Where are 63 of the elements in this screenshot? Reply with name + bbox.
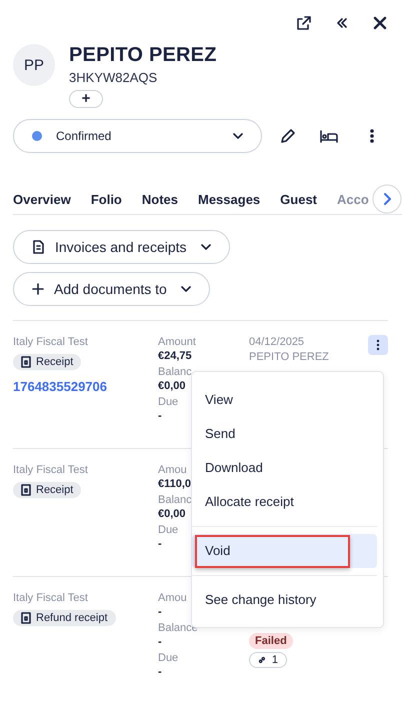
- document-type-tag: Receipt: [13, 354, 82, 370]
- invoices-dropdown[interactable]: Invoices and receipts: [13, 230, 230, 264]
- field-value: -: [158, 409, 162, 423]
- menu-item[interactable]: Download: [192, 451, 377, 485]
- tab[interactable]: Overview: [13, 192, 71, 207]
- menu-item[interactable]: View: [192, 383, 377, 417]
- collapse-icon[interactable]: [335, 16, 349, 30]
- chevron-down-icon: [180, 286, 191, 292]
- field-value: €24,75: [158, 349, 192, 363]
- document-source: Italy Fiscal Test: [13, 335, 89, 349]
- add-documents-dropdown[interactable]: Add documents to: [13, 272, 210, 306]
- tab[interactable]: Notes: [142, 192, 178, 207]
- document-source: Italy Fiscal Test: [13, 591, 89, 605]
- document-number-link[interactable]: 1764835529706: [13, 379, 158, 394]
- field-value: -: [158, 635, 162, 649]
- field-label: Balanc: [158, 365, 192, 379]
- document-icon: [32, 240, 45, 254]
- status-badge: Failed: [249, 633, 293, 649]
- field-label: Amou: [158, 591, 187, 605]
- pencil-icon[interactable]: [280, 128, 296, 144]
- field-value: -: [158, 605, 162, 619]
- external-link-icon[interactable]: [297, 16, 311, 30]
- tab[interactable]: Folio: [90, 192, 122, 207]
- field-value: €110,0: [158, 477, 192, 491]
- status-dropdown[interactable]: Confirmed: [13, 119, 262, 153]
- tab[interactable]: Guest: [280, 192, 317, 207]
- tab[interactable]: Messages: [198, 192, 260, 207]
- field-value: €0,00: [158, 379, 186, 393]
- next-tab-button[interactable]: [372, 184, 402, 214]
- field-label: Amount: [158, 335, 196, 349]
- chevron-down-icon: [200, 244, 211, 250]
- chevron-down-icon[interactable]: [233, 133, 243, 139]
- field-label: Due: [158, 395, 178, 409]
- close-icon[interactable]: [373, 16, 387, 30]
- more-icon[interactable]: [370, 129, 374, 143]
- field-label: Due: [158, 651, 178, 665]
- receipt-icon: [21, 484, 31, 496]
- field-value: -: [158, 537, 162, 551]
- document-date: 04/12/2025: [249, 335, 306, 349]
- document-source: Italy Fiscal Test: [13, 463, 89, 477]
- link-count: 1: [249, 652, 287, 668]
- reservation-code: 3HKYW82AQS: [69, 70, 158, 85]
- guest-name: PEPITO PEREZ: [69, 44, 217, 67]
- more-button[interactable]: [368, 335, 388, 355]
- field-label: Balanc: [158, 493, 192, 507]
- link-icon: [258, 655, 266, 665]
- bed-icon[interactable]: [320, 129, 338, 143]
- field-value: €0,00: [158, 507, 186, 521]
- document-guest: PEPITO PEREZ: [249, 350, 330, 364]
- add-button[interactable]: +: [69, 90, 103, 108]
- menu-item[interactable]: Send: [192, 417, 377, 451]
- document-type-tag: Refund receipt: [13, 610, 116, 626]
- document-type-tag: Receipt: [13, 482, 82, 498]
- field-value: -: [158, 665, 162, 679]
- plus-icon: [32, 283, 44, 295]
- menu-item[interactable]: See change history: [192, 583, 377, 617]
- field-label: Due: [158, 523, 178, 537]
- more-icon: [376, 339, 380, 351]
- field-label: Amou: [158, 463, 187, 477]
- receipt-icon: [21, 356, 31, 368]
- menu-item[interactable]: Allocate receipt: [192, 485, 377, 519]
- avatar: PP: [13, 44, 55, 86]
- receipt-icon: [21, 612, 31, 624]
